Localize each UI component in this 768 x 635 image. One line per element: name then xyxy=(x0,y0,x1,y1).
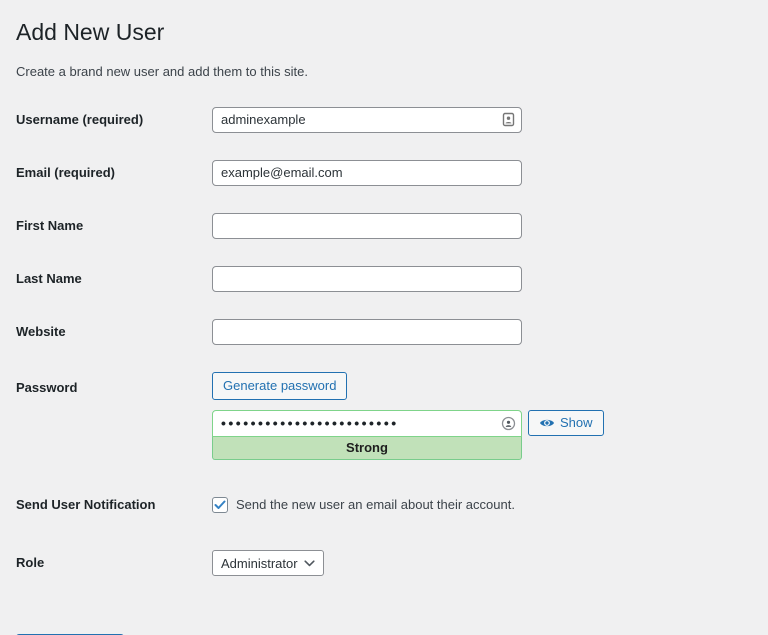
send-notification-checkbox[interactable] xyxy=(212,497,228,513)
email-row: Email (required) xyxy=(16,160,748,186)
eye-icon xyxy=(539,417,555,429)
contact-autofill-icon[interactable] xyxy=(500,112,516,128)
first-name-label: First Name xyxy=(16,217,212,235)
role-row: Role Administrator xyxy=(16,550,748,576)
page-subtitle: Create a brand new user and add them to … xyxy=(16,64,748,79)
last-name-row: Last Name xyxy=(16,266,748,292)
username-input[interactable] xyxy=(212,107,522,133)
role-selected-value: Administrator xyxy=(221,556,298,571)
username-label: Username (required) xyxy=(16,111,212,129)
show-password-button[interactable]: Show xyxy=(528,410,604,436)
first-name-input[interactable] xyxy=(212,213,522,239)
profile-circle-icon[interactable] xyxy=(500,415,516,431)
role-select[interactable]: Administrator xyxy=(212,550,324,576)
username-row: Username (required) xyxy=(16,107,748,133)
page-title: Add New User xyxy=(16,18,748,48)
send-notification-row: Send User Notification Send the new user… xyxy=(16,496,748,514)
last-name-label: Last Name xyxy=(16,270,212,288)
email-label: Email (required) xyxy=(16,164,212,182)
role-label: Role xyxy=(16,554,212,572)
website-input[interactable] xyxy=(212,319,522,345)
last-name-input[interactable] xyxy=(212,266,522,292)
password-row: Password Generate password xyxy=(16,372,748,460)
first-name-row: First Name xyxy=(16,213,748,239)
chevron-down-icon xyxy=(304,560,315,567)
password-label: Password xyxy=(16,372,212,397)
password-strength-label: Strong xyxy=(346,440,388,455)
website-label: Website xyxy=(16,323,212,341)
password-strength-meter: Strong xyxy=(212,437,522,460)
send-notification-description: Send the new user an email about their a… xyxy=(236,497,515,512)
check-icon xyxy=(214,500,226,510)
add-new-user-page: Add New User Create a brand new user and… xyxy=(0,0,768,635)
website-row: Website xyxy=(16,319,748,345)
generate-password-button[interactable]: Generate password xyxy=(212,372,347,400)
email-input[interactable] xyxy=(212,160,522,186)
send-notification-label: Send User Notification xyxy=(16,496,212,514)
password-input[interactable] xyxy=(212,410,522,437)
show-password-label: Show xyxy=(560,410,593,436)
